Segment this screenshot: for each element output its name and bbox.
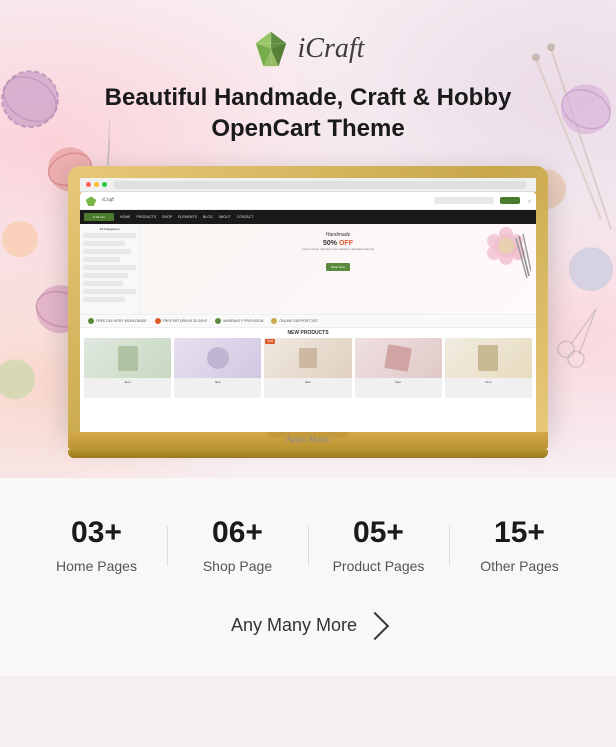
stat-number-other: 15+ (465, 518, 575, 548)
logo-area: iCraft (20, 30, 596, 68)
laptop-mockup: iCraft 🛒 ≡ All Cat HOME PRODUCTS SHOP EL… (68, 166, 548, 458)
stat-home-pages: 03+ Home Pages (32, 518, 162, 574)
stat-number-home: 03+ (42, 518, 152, 548)
hero-section: iCraft Beautiful Handmade, Craft & Hobby… (0, 0, 616, 478)
laptop-brand: Applo Muzic (286, 435, 330, 444)
brand-name: iCraft (298, 33, 365, 65)
logo-icon (252, 30, 290, 68)
stat-shop-page: 06+ Shop Page (173, 518, 303, 574)
stats-section: 03+ Home Pages 06+ Shop Page 05+ Product… (0, 478, 616, 604)
stat-other-pages: 15+ Other Pages (455, 518, 585, 574)
stat-label-other: Other Pages (465, 558, 575, 574)
stat-product-pages: 05+ Product Pages (314, 518, 444, 574)
stat-label-home: Home Pages (42, 558, 152, 574)
more-label: Any Many More (231, 615, 357, 636)
chevron-right-icon (361, 612, 389, 640)
hero-title: Beautiful Handmade, Craft & Hobby OpenCa… (20, 82, 596, 144)
stat-number-shop: 06+ (183, 518, 293, 548)
stat-label-shop: Shop Page (183, 558, 293, 574)
stat-number-product: 05+ (324, 518, 434, 548)
stat-label-product: Product Pages (324, 558, 434, 574)
more-section: Any Many More (0, 604, 616, 676)
more-link[interactable]: Any Many More (231, 614, 385, 636)
